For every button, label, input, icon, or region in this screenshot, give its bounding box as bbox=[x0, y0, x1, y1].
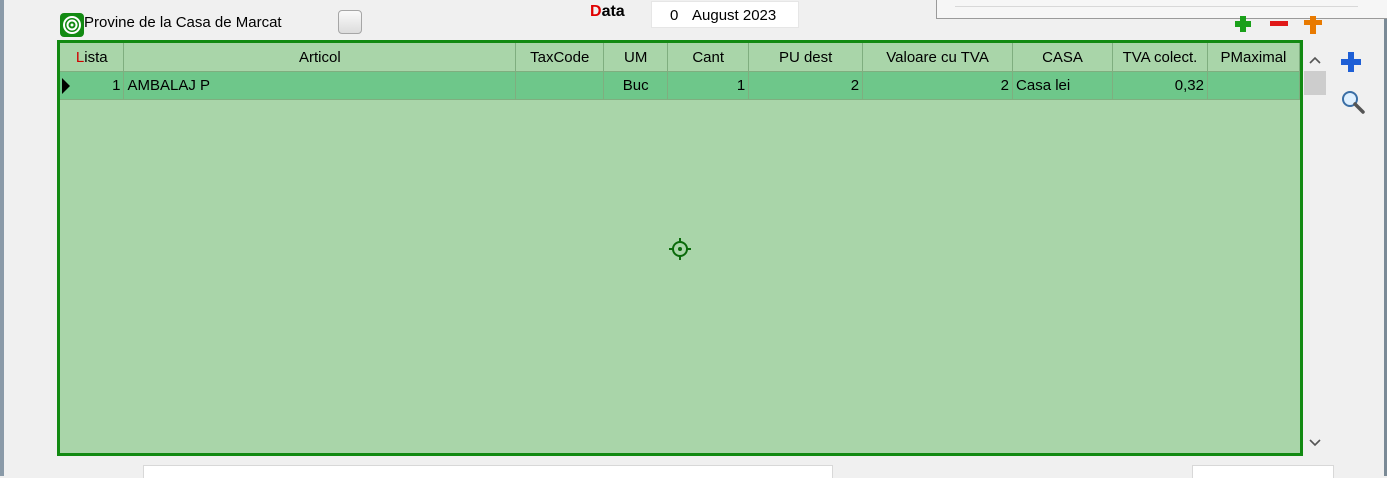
col-header-pmaximal[interactable]: PMaximal bbox=[1207, 43, 1301, 72]
col-header-valoare-cu-tva[interactable]: Valoare cu TVA bbox=[862, 43, 1014, 72]
cell-casa[interactable]: Casa lei bbox=[1012, 71, 1113, 100]
cell-cant[interactable]: 1 bbox=[667, 71, 750, 100]
grid-header-row: Lista Articol TaxCode UM Cant PU dest Va… bbox=[60, 43, 1301, 72]
magnifier-icon[interactable] bbox=[1339, 88, 1367, 116]
total-field[interactable] bbox=[1192, 465, 1334, 478]
provine-casa-marcat-label: Provine de la Casa de Marcat bbox=[84, 14, 282, 31]
chevron-down-icon[interactable] bbox=[1303, 432, 1327, 452]
table-row[interactable]: 1 AMBALAJ P Buc 1 2 2 Casa lei 0,32 bbox=[60, 71, 1301, 100]
chevron-up-icon[interactable] bbox=[1303, 49, 1327, 69]
cell-lista[interactable]: 1 bbox=[60, 71, 125, 100]
date-month-year: August 2023 bbox=[692, 7, 777, 24]
grid-scrollbar[interactable] bbox=[1303, 45, 1327, 456]
plus-icon[interactable] bbox=[1232, 13, 1254, 35]
col-header-casa[interactable]: CASA bbox=[1012, 43, 1113, 72]
articles-table: Lista Articol TaxCode UM Cant PU dest Va… bbox=[60, 43, 1301, 100]
provine-casa-marcat-checkbox[interactable] bbox=[338, 10, 362, 34]
cell-pmaximal[interactable] bbox=[1207, 71, 1301, 100]
cell-articol[interactable]: AMBALAJ P bbox=[123, 71, 517, 100]
col-header-articol[interactable]: Articol bbox=[123, 43, 517, 72]
cell-pu-dest[interactable]: 2 bbox=[748, 71, 864, 100]
add-row-plus-icon[interactable] bbox=[1339, 50, 1363, 74]
grid-focus-badge-icon bbox=[60, 13, 84, 37]
grid-toolbar bbox=[1232, 13, 1332, 35]
col-header-taxcode[interactable]: TaxCode bbox=[515, 43, 605, 72]
window-left-edge bbox=[0, 0, 4, 476]
cell-valoare-cu-tva[interactable]: 2 bbox=[862, 71, 1014, 100]
orange-plus-icon[interactable] bbox=[1302, 13, 1324, 35]
cell-tva-colect[interactable]: 0,32 bbox=[1112, 71, 1208, 100]
row-indicator-icon bbox=[62, 77, 70, 94]
minus-icon[interactable] bbox=[1268, 13, 1290, 35]
observatii-field[interactable] bbox=[143, 465, 833, 478]
cell-taxcode[interactable] bbox=[515, 71, 605, 100]
date-label: Data bbox=[590, 3, 625, 20]
date-day: 0 bbox=[670, 7, 679, 24]
col-header-um[interactable]: UM bbox=[603, 43, 669, 72]
cell-um[interactable]: Buc bbox=[603, 71, 669, 100]
col-header-tva-colect[interactable]: TVA colect. bbox=[1112, 43, 1208, 72]
col-header-lista[interactable]: Lista bbox=[60, 43, 125, 72]
col-header-pu-dest[interactable]: PU dest bbox=[748, 43, 864, 72]
crosshair-icon bbox=[669, 238, 691, 260]
date-field[interactable]: 0 August 2023 bbox=[651, 1, 799, 28]
col-header-cant[interactable]: Cant bbox=[667, 43, 750, 72]
scrollbar-thumb[interactable] bbox=[1304, 71, 1326, 95]
